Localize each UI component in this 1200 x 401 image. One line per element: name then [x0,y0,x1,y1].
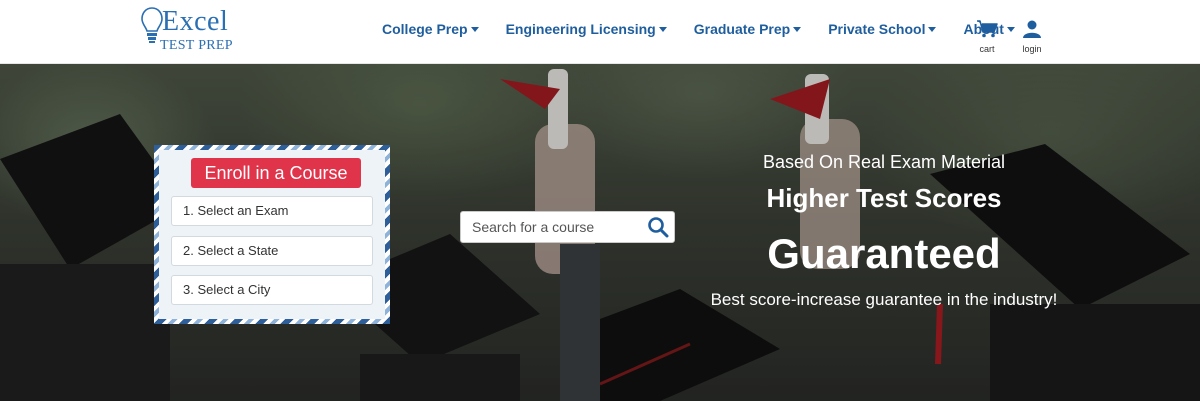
enroll-title: Enroll in a Course [191,158,361,188]
select-exam-button[interactable]: 1. Select an Exam [171,196,373,226]
nav-label: Graduate Prep [693,21,791,37]
excel-test-prep-logo[interactable]: Excel TEST PREP [140,6,250,56]
user-icon [1023,20,1041,38]
select-state-button[interactable]: 2. Select a State [171,236,373,266]
nav-engineering-licensing[interactable]: Engineering Licensing [506,20,667,38]
hero-guaranteed: Guaranteed [767,230,1001,277]
login-label: login [1022,44,1042,54]
caret-down-icon [470,27,479,32]
logo-subtitle: TEST PREP [160,38,233,53]
course-search-input[interactable] [461,212,641,242]
course-search [460,211,675,243]
hero-headline: Higher Test Scores [766,183,1002,213]
select-city-button[interactable]: 3. Select a City [171,275,373,305]
logo-wordmark: Excel [162,6,229,37]
hero-tagline: Best score-increase guarantee in the ind… [710,290,1058,309]
caret-down-icon [928,27,937,32]
enroll-card: Enroll in a Course 1. Select an Exam 2. … [154,145,390,324]
hero-subtitle: Based On Real Exam Material [762,152,1006,172]
caret-down-icon [793,27,802,32]
shopping-cart-icon [977,20,998,38]
login-link[interactable]: login [1022,20,1042,54]
nav-label: Engineering Licensing [505,21,656,37]
caret-down-icon [658,27,667,32]
nav-private-school[interactable]: Private School [828,20,937,38]
cart-label: cart [979,44,995,54]
top-navigation-bar: Excel TEST PREP College Prep Engineering… [0,0,1200,64]
nav-college-prep[interactable]: College Prep [382,20,479,38]
nav-graduate-prep[interactable]: Graduate Prep [693,20,802,38]
enroll-card-body: Enroll in a Course 1. Select an Exam 2. … [159,150,385,319]
caret-down-icon [1006,27,1015,32]
nav-label: College Prep [382,21,468,37]
main-nav: College Prep Engineering Licensing Gradu… [382,20,1015,38]
nav-label: Private School [828,21,926,37]
cart-link[interactable]: cart [976,20,998,54]
